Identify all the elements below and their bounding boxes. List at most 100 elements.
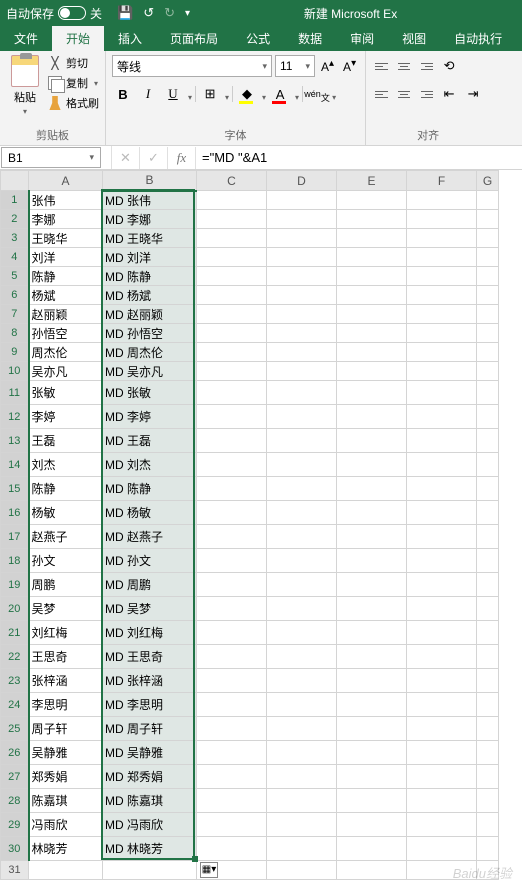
cell[interactable] (267, 501, 337, 525)
cell[interactable] (267, 362, 337, 381)
column-header-F[interactable]: F (407, 171, 477, 191)
cell[interactable] (477, 597, 499, 621)
increase-font-button[interactable]: A▴ (318, 56, 337, 76)
cell[interactable] (407, 573, 477, 597)
cell[interactable] (267, 477, 337, 501)
undo-icon[interactable]: ↺ (143, 5, 154, 21)
cell[interactable] (197, 765, 267, 789)
cell[interactable] (477, 669, 499, 693)
cell[interactable] (407, 405, 477, 429)
cell[interactable]: MD 杨敏 (103, 501, 197, 525)
cell[interactable]: 冯雨欣 (29, 813, 103, 837)
cell[interactable] (267, 789, 337, 813)
cell[interactable]: MD 陈嘉琪 (103, 789, 197, 813)
cell[interactable] (337, 248, 407, 267)
cell[interactable]: 杨敏 (29, 501, 103, 525)
cell[interactable] (337, 453, 407, 477)
save-icon[interactable]: 💾 (117, 5, 133, 21)
column-header-E[interactable]: E (337, 171, 407, 191)
align-middle-button[interactable] (394, 56, 414, 76)
row-header[interactable]: 14 (1, 453, 29, 477)
row-header[interactable]: 21 (1, 621, 29, 645)
cell[interactable] (477, 765, 499, 789)
row-header[interactable]: 19 (1, 573, 29, 597)
cell[interactable]: 孙文 (29, 549, 103, 573)
cell[interactable]: 吴亦凡 (29, 362, 103, 381)
cell[interactable]: MD 吴静雅 (103, 741, 197, 765)
cell[interactable] (267, 453, 337, 477)
cell[interactable] (407, 267, 477, 286)
cell[interactable] (267, 324, 337, 343)
cell[interactable] (267, 525, 337, 549)
cell[interactable] (407, 549, 477, 573)
cell[interactable]: 周鹏 (29, 573, 103, 597)
cell[interactable]: MD 李思明 (103, 693, 197, 717)
cell[interactable] (197, 405, 267, 429)
cell[interactable] (477, 789, 499, 813)
cell[interactable] (267, 741, 337, 765)
cancel-formula-button[interactable]: ✕ (112, 147, 140, 169)
cell[interactable] (197, 645, 267, 669)
select-all-corner[interactable] (1, 171, 29, 191)
cell[interactable] (407, 305, 477, 324)
row-header[interactable]: 4 (1, 248, 29, 267)
cell[interactable]: 陈静 (29, 267, 103, 286)
cell[interactable] (197, 693, 267, 717)
cell[interactable] (267, 861, 337, 880)
autosave-toggle[interactable]: 自动保存 关 (6, 5, 102, 22)
row-header[interactable]: 2 (1, 210, 29, 229)
cell[interactable] (407, 477, 477, 501)
cell[interactable] (197, 248, 267, 267)
align-center-button[interactable] (394, 84, 414, 104)
cell[interactable] (337, 210, 407, 229)
cell[interactable] (267, 549, 337, 573)
cell[interactable]: 林晓芳 (29, 837, 103, 861)
cell[interactable] (407, 717, 477, 741)
cell[interactable] (407, 813, 477, 837)
cell[interactable] (407, 453, 477, 477)
cell[interactable] (267, 429, 337, 453)
cell[interactable] (477, 477, 499, 501)
cell[interactable] (337, 191, 407, 210)
column-header-D[interactable]: D (267, 171, 337, 191)
cell[interactable]: MD 陈静 (103, 267, 197, 286)
cell[interactable] (197, 501, 267, 525)
cell[interactable] (407, 248, 477, 267)
cell[interactable] (477, 191, 499, 210)
cut-button[interactable]: 剪切 (48, 55, 99, 71)
tab-开始[interactable]: 开始 (52, 26, 104, 51)
cell[interactable] (337, 229, 407, 248)
cell[interactable] (407, 645, 477, 669)
cell[interactable] (477, 621, 499, 645)
row-header[interactable]: 16 (1, 501, 29, 525)
chevron-down-icon[interactable]: ▾ (262, 93, 266, 105)
row-header[interactable]: 8 (1, 324, 29, 343)
cell[interactable] (267, 645, 337, 669)
cell[interactable] (477, 813, 499, 837)
cell[interactable] (197, 362, 267, 381)
cell[interactable] (197, 229, 267, 248)
cell[interactable] (197, 210, 267, 229)
cell[interactable] (407, 191, 477, 210)
row-header[interactable]: 17 (1, 525, 29, 549)
increase-indent-button[interactable]: ⇥ (462, 83, 484, 105)
cell[interactable]: 刘洋 (29, 248, 103, 267)
cell[interactable] (477, 501, 499, 525)
cell[interactable] (337, 861, 407, 880)
cell[interactable] (407, 861, 477, 880)
cell[interactable] (337, 525, 407, 549)
cell[interactable] (407, 501, 477, 525)
cell[interactable] (197, 267, 267, 286)
cell[interactable] (337, 669, 407, 693)
fill-color-button[interactable]: ◆ (236, 83, 258, 105)
cell[interactable]: MD 王思奇 (103, 645, 197, 669)
cell[interactable]: MD 李娜 (103, 210, 197, 229)
row-header[interactable]: 12 (1, 405, 29, 429)
cell[interactable] (197, 789, 267, 813)
cell[interactable]: 吴梦 (29, 597, 103, 621)
cell[interactable] (267, 381, 337, 405)
cell[interactable] (477, 549, 499, 573)
cell[interactable] (267, 765, 337, 789)
cell[interactable]: MD 刘洋 (103, 248, 197, 267)
cell[interactable]: 周子轩 (29, 717, 103, 741)
